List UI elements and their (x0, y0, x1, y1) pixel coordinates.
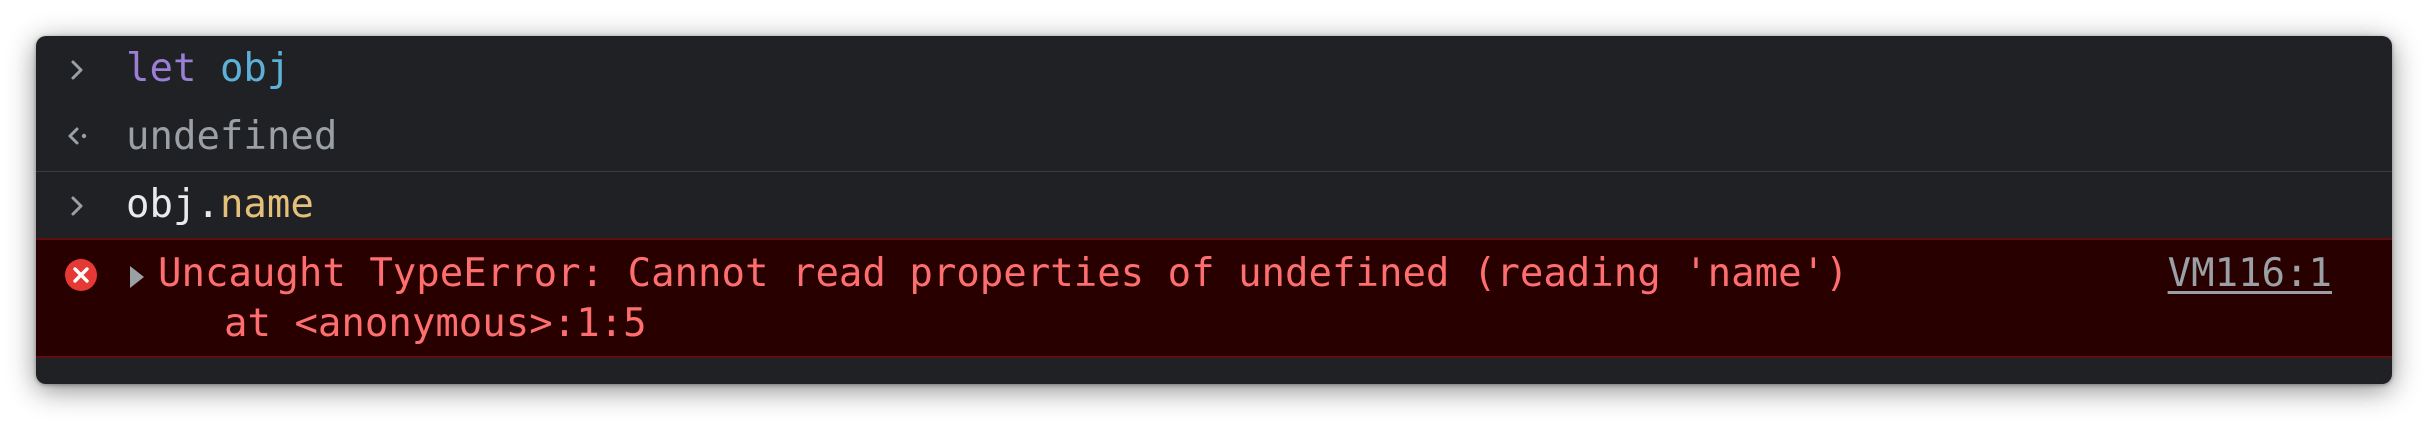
dot-token: . (196, 182, 220, 227)
console-result-row: undefined (36, 102, 2392, 172)
console-error-row: Uncaught TypeError: Cannot read properti… (36, 238, 2392, 358)
console-input-code: let obj (126, 47, 290, 91)
keyword-token: let (126, 46, 197, 91)
error-message: Uncaught TypeError: Cannot read properti… (158, 251, 1849, 296)
error-icon (64, 258, 98, 292)
chevron-right-icon (66, 58, 90, 82)
error-stack-trace: at <anonymous>:1:5 (224, 301, 647, 346)
return-arrow-icon (66, 124, 90, 148)
variable-token: obj (219, 46, 291, 91)
source-location-link[interactable]: VM116:1 (2168, 252, 2332, 296)
console-result-value: undefined (126, 114, 338, 159)
console-input-row[interactable]: let obj (36, 36, 2392, 102)
property-token: name (219, 182, 314, 227)
console-input-code: obj.name (126, 183, 314, 227)
object-token: obj (126, 182, 197, 227)
chevron-right-icon (66, 194, 90, 218)
console-input-row[interactable]: obj.name (36, 172, 2392, 238)
devtools-console: let obj undefined obj.name Uncaught Type… (36, 36, 2392, 384)
expand-triangle-icon[interactable] (130, 266, 144, 288)
